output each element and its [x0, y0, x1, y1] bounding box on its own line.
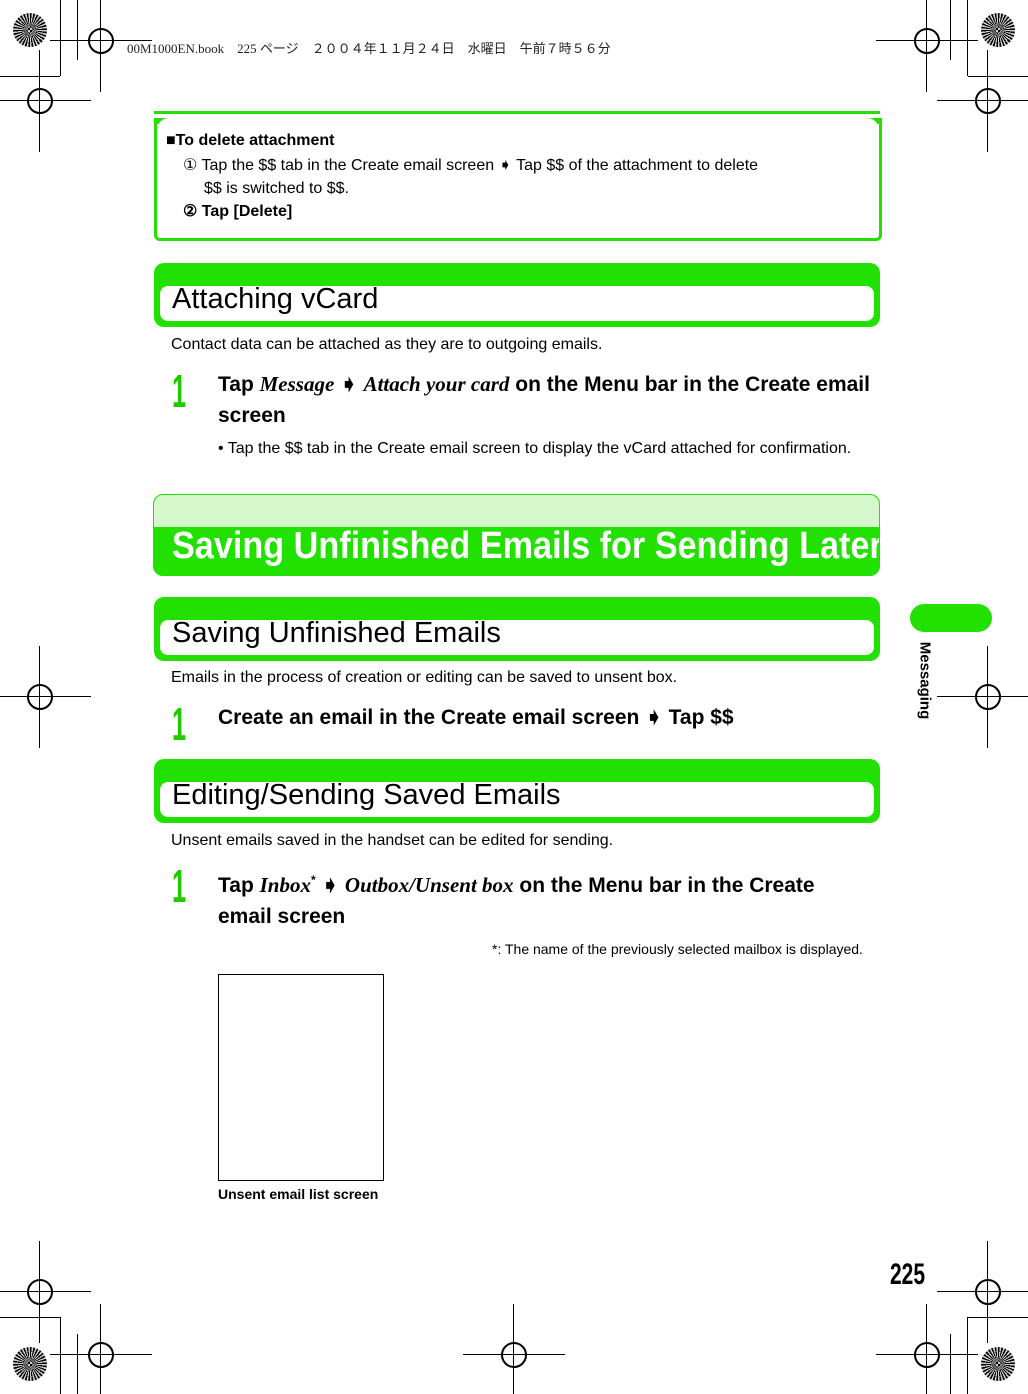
registration-mark-icon	[876, 0, 978, 92]
registration-mark-icon	[937, 646, 1028, 748]
crop-line	[950, 1334, 951, 1394]
crop-line	[968, 1317, 1028, 1318]
color-target-icon	[13, 1347, 47, 1381]
step-text: Tap [Delete]	[201, 203, 293, 220]
editing-step: Tap Inbox* ➧ Outbox/Unsent box on the Me…	[218, 873, 815, 928]
saving-intro: Emails in the process of creation or edi…	[171, 669, 678, 686]
section-header-vcard: Attaching vCard	[154, 263, 880, 327]
section-title: Editing/Sending Saved Emails	[172, 779, 561, 811]
registration-mark-icon	[937, 1241, 1028, 1343]
crop-line	[968, 76, 1028, 77]
page-number: 225	[890, 1258, 926, 1291]
menu-message: Message	[259, 372, 335, 396]
footnote: *: The name of the previously selected m…	[492, 941, 863, 957]
note-step-2: ② Tap [Delete]	[183, 200, 292, 223]
side-tab-label: Messaging	[916, 641, 934, 720]
step-number: 1	[172, 860, 187, 912]
step-text: Tap the $$ tab in the Create email scree…	[201, 157, 759, 174]
registration-mark-icon	[876, 1304, 978, 1394]
section-title: Attaching vCard	[172, 283, 379, 315]
crop-line	[967, 1317, 968, 1394]
section-title: Saving Unfinished Emails	[172, 617, 501, 649]
manual-page: 00M1000EN.book 225 ページ ２００４年１１月２４日 水曜日 午…	[0, 0, 1028, 1394]
step-number: ①	[183, 157, 198, 174]
section-header-editing: Editing/Sending Saved Emails	[154, 759, 880, 823]
registration-mark-icon	[0, 50, 91, 152]
crop-line	[950, 0, 951, 60]
color-target-icon	[981, 13, 1015, 47]
note-step-1-sub: $$ is switched to $$.	[204, 180, 349, 197]
registration-mark-icon	[937, 50, 1028, 152]
vcard-intro: Contact data can be attached as they are…	[171, 336, 603, 353]
chapter-title: Saving Unfinished Emails for Sending Lat…	[172, 525, 880, 567]
chapter-banner: Saving Unfinished Emails for Sending Lat…	[153, 494, 880, 576]
section-header-saving: Saving Unfinished Emails	[154, 597, 880, 661]
crop-line	[0, 76, 60, 77]
registration-mark-icon	[463, 1304, 565, 1394]
crop-line	[60, 1317, 61, 1394]
menu-outbox-unsent: Outbox/Unsent box	[344, 873, 514, 897]
registration-mark-icon	[50, 1304, 152, 1394]
color-target-icon	[13, 13, 47, 47]
registration-mark-icon	[50, 0, 152, 92]
menu-inbox: Inbox	[259, 873, 311, 897]
note-step-1: ① Tap the $$ tab in the Create email scr…	[183, 154, 758, 177]
side-tab	[910, 604, 992, 632]
registration-mark-icon	[0, 1241, 91, 1343]
registration-mark-icon	[0, 646, 91, 748]
menu-attach-your-card: Attach your card	[363, 372, 510, 396]
print-header: 00M1000EN.book 225 ページ ２００４年１１月２４日 水曜日 午…	[127, 41, 611, 56]
step-number: 1	[172, 698, 187, 750]
editing-intro: Unsent emails saved in the handset can b…	[171, 832, 614, 849]
note-title: ■To delete attachment	[166, 132, 335, 149]
vcard-step: Tap Message ➧ Attach your card on the Me…	[218, 372, 870, 427]
saving-step: Create an email in the Create email scre…	[218, 706, 734, 729]
screenshot-placeholder	[218, 974, 384, 1181]
step-number: 1	[172, 365, 187, 417]
divider	[154, 111, 880, 114]
crop-line	[60, 0, 61, 76]
step-number: ②	[183, 203, 198, 220]
crop-line	[77, 0, 78, 60]
vcard-bullet: • Tap the $$ tab in the Create email scr…	[218, 440, 852, 457]
crop-line	[967, 0, 968, 76]
color-target-icon	[981, 1347, 1015, 1381]
crop-line	[0, 1317, 60, 1318]
crop-line	[77, 1334, 78, 1394]
screenshot-caption: Unsent email list screen	[218, 1186, 379, 1202]
